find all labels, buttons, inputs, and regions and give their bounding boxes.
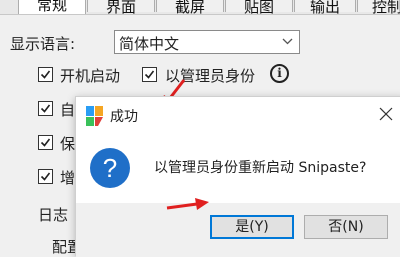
tab-strip: 常规 界面 截屏 贴图 输出 控制: [0, 0, 400, 16]
checkmark-icon: [40, 70, 51, 79]
setting-label-5: 增: [60, 169, 76, 187]
language-label: 显示语言:: [10, 35, 76, 53]
snipaste-logo-icon: [86, 106, 103, 126]
no-button-label: 否(N): [328, 219, 364, 235]
tab-general[interactable]: 常规: [18, 0, 86, 15]
dialog-footer: 是(Y) 否(N): [76, 203, 400, 257]
setting-checkbox-4[interactable]: [38, 135, 53, 150]
tab-control[interactable]: 控制: [357, 0, 400, 16]
yes-button[interactable]: 是(Y): [210, 215, 294, 239]
tab-capture[interactable]: 截屏: [156, 0, 224, 16]
info-icon[interactable]: i: [270, 64, 289, 83]
red-arrow-icon: [166, 198, 209, 210]
yes-button-label: 是(Y): [235, 219, 269, 235]
startup-label: 开机启动: [60, 67, 121, 85]
tab-divider: [0, 14, 400, 15]
checkmark-icon: [144, 70, 155, 79]
tab-paste[interactable]: 贴图: [225, 0, 293, 16]
startup-checkbox[interactable]: [38, 67, 53, 82]
dialog-title: 成功: [110, 109, 138, 125]
checkmark-icon: [40, 138, 51, 147]
dialog-message: 以管理员身份重新启动 Snipaste?: [154, 160, 367, 176]
log-section-label: 日志: [38, 206, 69, 224]
setting-label-4: 保: [60, 135, 76, 153]
language-select-value: 简体中文: [119, 35, 180, 53]
checkmark-icon: [40, 172, 51, 181]
confirm-dialog: 成功 ? 以管理员身份重新启动 Snipaste? 是(Y) 否(N): [75, 96, 400, 257]
chevron-down-icon: [282, 38, 293, 45]
tab-output[interactable]: 输出: [294, 0, 356, 16]
setting-label-3: 自: [60, 101, 76, 119]
tab-interface[interactable]: 界面: [87, 0, 155, 16]
language-select[interactable]: 简体中文: [114, 30, 300, 54]
setting-checkbox-5[interactable]: [38, 169, 53, 184]
question-icon: ?: [90, 148, 130, 188]
no-button[interactable]: 否(N): [304, 215, 388, 239]
close-icon[interactable]: [379, 107, 393, 121]
tab-general-label: 常规: [36, 0, 67, 14]
admin-checkbox[interactable]: [142, 67, 157, 82]
checkmark-icon: [40, 104, 51, 113]
setting-checkbox-3[interactable]: [38, 101, 53, 116]
